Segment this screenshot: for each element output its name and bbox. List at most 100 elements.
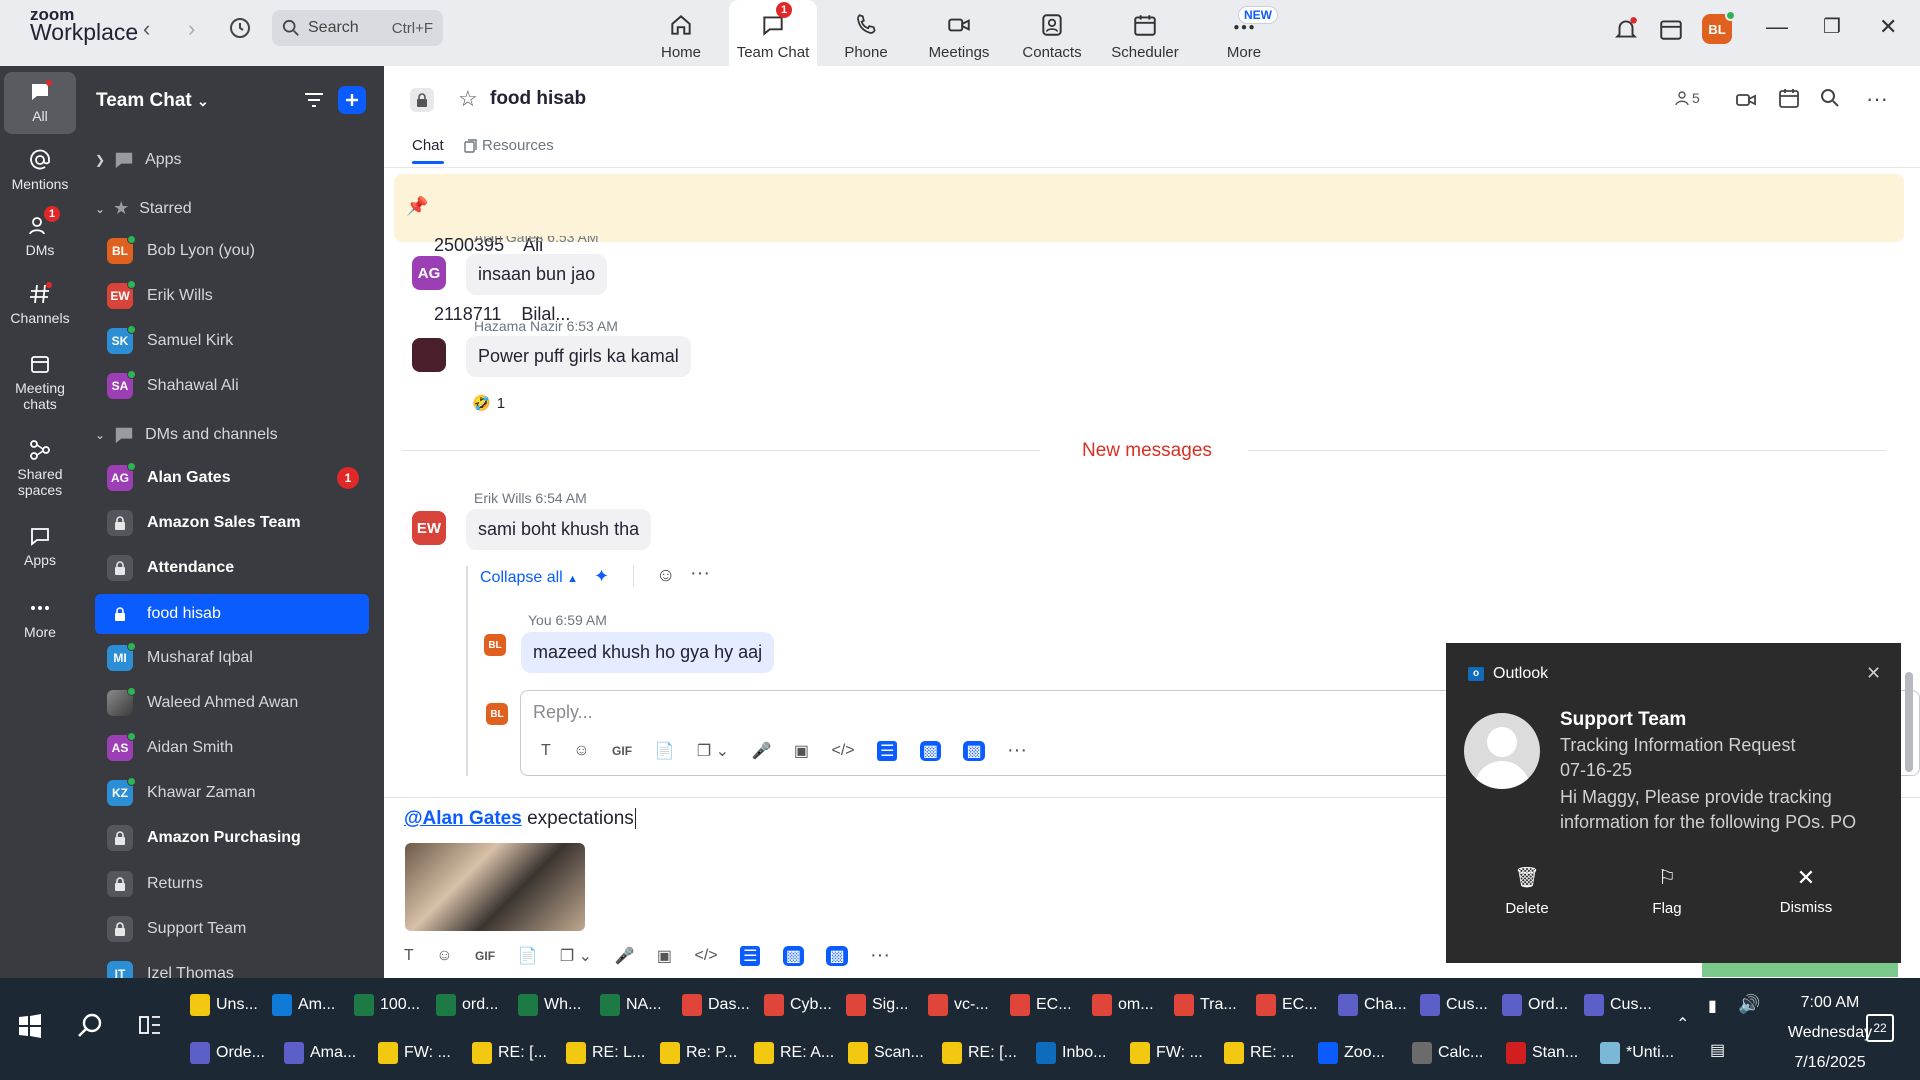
dismiss-action[interactable]: ✕ Dismiss [1766,865,1846,916]
screenshot-icon[interactable]: ❐ ⌄ [560,946,592,966]
apps-section[interactable]: ❯ Apps [95,150,182,170]
taskbar-app-button[interactable]: FW: ... [1130,1030,1224,1076]
calendar-status-icon[interactable] [1658,16,1684,46]
nav-home[interactable]: Home [637,0,725,66]
sidebar-item-aidan-smith[interactable]: AS Aidan Smith [95,728,369,768]
collapse-all-link[interactable]: Collapse all ▲ [480,569,578,587]
video-message-icon[interactable]: ▣ [657,946,672,966]
taskbar-app-button[interactable]: ord... [436,982,518,1028]
taskbar-app-button[interactable]: Cus... [1420,982,1502,1028]
close-window-button[interactable]: ✕ [1879,14,1897,40]
nav-scheduler[interactable]: Scheduler [1101,0,1189,66]
rail-all[interactable]: All [4,72,76,134]
taskbar-app-button[interactable]: Cha... [1338,982,1420,1028]
star-outline-icon[interactable]: ☆ [458,86,478,112]
schedule-icon[interactable] [1777,86,1801,114]
rail-apps[interactable]: Apps [0,524,80,568]
format-text-icon[interactable]: T [404,947,414,965]
avatar[interactable] [412,338,446,372]
emoji-icon[interactable]: ☺ [573,742,589,760]
format-text-icon[interactable]: T [541,742,551,760]
more-tools-icon[interactable]: ··· [1007,739,1027,762]
taskbar-app-button[interactable]: Re: P... [660,1030,754,1076]
more-options-icon[interactable]: ··· [1866,86,1888,112]
taskbar-app-button[interactable]: EC... [1010,982,1092,1028]
network-icon[interactable]: ▤ [1710,1040,1725,1060]
restore-button[interactable]: ❐ [1823,14,1841,39]
app-icon-3[interactable]: ▩ [826,945,848,966]
taskbar-app-button[interactable]: RE: A... [754,1030,848,1076]
rail-meeting-chats[interactable]: Meeting chats [0,352,80,412]
app-icon-2[interactable]: ▩ [919,740,941,761]
taskbar-app-button[interactable]: Ord... [1502,982,1584,1028]
search-box[interactable]: Search Ctrl+F [272,10,443,46]
video-message-icon[interactable]: ▣ [794,741,809,761]
task-view-icon[interactable] [138,1014,162,1040]
rail-channels[interactable]: Channels [0,282,80,326]
scrollbar-thumb[interactable] [1905,672,1913,772]
reaction-chip[interactable]: 🤣 1 [472,394,505,413]
code-icon[interactable]: </> [831,742,854,760]
sidebar-item-food-hisab[interactable]: food hisab [95,594,369,634]
taskbar-app-button[interactable]: RE: [... [942,1030,1036,1076]
app-icon-3[interactable]: ▩ [963,740,985,761]
gif-icon[interactable]: GIF [475,949,495,963]
taskbar-app-button[interactable]: Zoo... [1318,1030,1412,1076]
taskbar-search-icon[interactable] [76,1012,104,1044]
sidebar-item-bob-lyon[interactable]: BL Bob Lyon (you) [95,231,369,271]
pinned-message-bar[interactable]: 📌 2500395 Ali 2118711 Bilal... [394,174,1904,324]
ai-sparkle-icon[interactable]: ✦ [594,566,609,587]
avatar[interactable]: BL [484,634,506,656]
sidebar-item-shahawal-ali[interactable]: SA Shahawal Ali [95,366,369,406]
gif-icon[interactable]: GIF [612,744,632,758]
sidebar-item-amazon-purchasing[interactable]: Amazon Purchasing [95,818,369,858]
taskbar-app-button[interactable]: Ama... [284,1030,378,1076]
taskbar-app-button[interactable]: vc-... [928,982,1010,1028]
sidebar-item-alan-gates[interactable]: AG Alan Gates 1 [95,458,369,498]
channel-title[interactable]: food hisab [490,88,586,110]
taskbar-app-button[interactable]: Stan... [1506,1030,1600,1076]
mention-chip[interactable]: @Alan Gates [404,808,522,829]
video-call-icon[interactable] [1734,88,1758,116]
add-reaction-icon[interactable]: ☺ [656,565,675,587]
taskbar-app-button[interactable]: RE: [... [472,1030,566,1076]
app-icon-1[interactable]: ☰ [877,740,898,761]
sidebar-title[interactable]: Team Chat ⌄ [96,90,209,112]
close-notification-icon[interactable]: ✕ [1866,663,1881,684]
reply-input[interactable]: Reply... [533,702,593,723]
taskbar-app-button[interactable]: Wh... [518,982,600,1028]
sidebar-item-izel-thomas[interactable]: IT Izel Thomas [95,954,369,978]
sidebar-item-erik-wills[interactable]: EW Erik Wills [95,276,369,316]
tab-resources[interactable]: Resources [464,137,554,154]
starred-section[interactable]: ⌄ ★ Starred [95,198,192,219]
taskbar-app-button[interactable]: NA... [600,982,682,1028]
taskbar-app-button[interactable]: Sig... [846,982,928,1028]
flag-action[interactable]: ⚐ Flag [1632,865,1702,917]
rail-more[interactable]: More [0,596,80,640]
dms-section[interactable]: ⌄ DMs and channels [95,425,278,445]
new-chat-button[interactable] [338,86,366,114]
windows-start-icon[interactable] [18,1014,42,1042]
attached-image-thumbnail[interactable] [405,843,585,931]
rail-dms[interactable]: 1 DMs [0,206,80,258]
taskbar-app-button[interactable]: FW: ... [378,1030,472,1076]
taskbar-app-button[interactable]: Uns... [190,982,272,1028]
taskbar-app-button[interactable]: Scan... [848,1030,942,1076]
taskbar-app-button[interactable]: Cyb... [764,982,846,1028]
microphone-icon[interactable]: 🎤 [752,741,772,761]
taskbar-app-button[interactable]: RE: L... [566,1030,660,1076]
nav-team-chat[interactable]: 1 Team Chat [729,0,817,66]
members-button[interactable]: 5 [1674,90,1700,106]
rail-shared-spaces[interactable]: Shared spaces [0,438,80,498]
rail-mentions[interactable]: Mentions [0,148,80,192]
back-arrow-icon[interactable]: ‹ [143,16,150,42]
file-icon[interactable]: 📄 [654,741,674,761]
outlook-notification[interactable]: o Outlook ✕ Support Team Tracking Inform… [1446,643,1901,963]
emoji-icon[interactable]: ☺ [436,947,452,965]
show-hidden-icons[interactable]: ⌃ [1676,1014,1689,1034]
compose-input[interactable]: @Alan Gates expectations​ [404,808,636,830]
tab-chat[interactable]: Chat [412,137,444,164]
history-icon[interactable] [228,16,252,44]
taskbar-app-button[interactable]: RE: ... [1224,1030,1318,1076]
nav-meetings[interactable]: Meetings [915,0,1003,66]
